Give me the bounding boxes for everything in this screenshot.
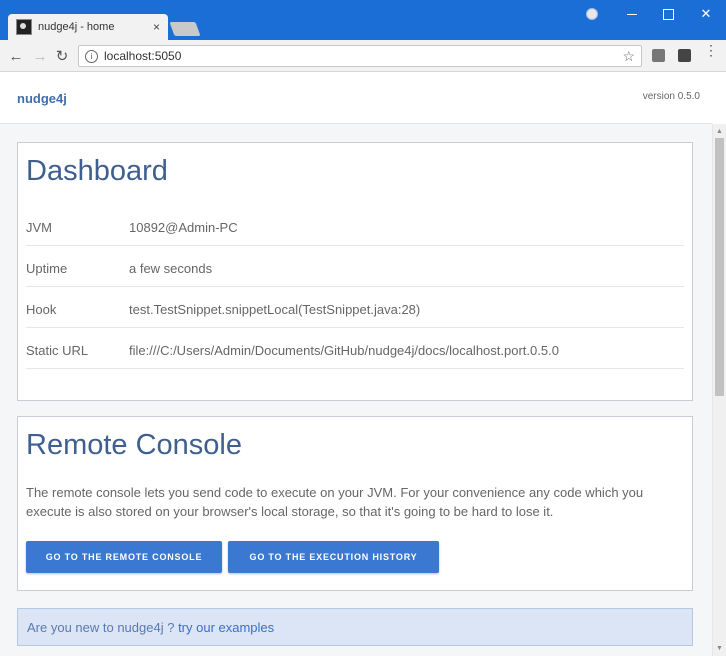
info-row-static-url: Static URL file:///C:/Users/Admin/Docume… (26, 329, 684, 369)
scroll-down-arrow-icon[interactable]: ▼ (716, 645, 723, 652)
banner-question: Are you new to nudge4j ? (27, 620, 175, 635)
info-label: Uptime (26, 261, 68, 276)
site-info-icon[interactable]: i (85, 49, 98, 63)
info-value: file:///C:/Users/Admin/Documents/GitHub/… (129, 343, 559, 358)
info-value: test.TestSnippet.snippetLocal(TestSnippe… (129, 302, 421, 317)
remote-console-title: Remote Console (26, 429, 242, 461)
reload-icon: ↻ (55, 48, 69, 65)
maximize-icon (662, 8, 674, 20)
page-viewport: nudge4j version 0.5.0 Dashboard JVM 1089… (0, 72, 726, 656)
go-to-execution-history-button[interactable]: GO TO THE EXECUTION HISTORY (228, 541, 439, 573)
banner-text: Are you new to nudge4j ? try our example… (27, 620, 274, 635)
remote-console-card: Remote Console The remote console lets y… (17, 416, 693, 591)
dashboard-title: Dashboard (26, 155, 168, 187)
info-label: Static URL (26, 343, 89, 358)
page-content: Dashboard JVM 10892@Admin-PC Uptime a fe… (0, 124, 712, 656)
maximize-button[interactable] (650, 0, 686, 28)
info-row-jvm: JVM 10892@Admin-PC (26, 206, 684, 246)
info-label: JVM (26, 220, 52, 235)
reload-button[interactable]: ↻ (52, 46, 72, 66)
bookmark-star-icon[interactable]: ☆ (622, 48, 635, 65)
go-to-remote-console-button[interactable]: GO TO THE REMOTE CONSOLE (26, 541, 222, 573)
version-label: version 0.5.0 (642, 91, 700, 102)
back-button[interactable]: ← (6, 46, 26, 66)
try-examples-link[interactable]: try our examples (178, 620, 274, 635)
window-close-button[interactable]: ✕ (688, 0, 724, 28)
scrollbar-thumb[interactable] (715, 138, 724, 396)
vertical-scrollbar[interactable]: ▲ ▼ (712, 124, 726, 656)
profile-icon (586, 8, 598, 20)
url-input[interactable] (104, 49, 623, 63)
info-value: 10892@Admin-PC (129, 220, 238, 235)
info-value: a few seconds (129, 261, 213, 276)
minimize-button[interactable] (614, 0, 650, 28)
new-tab-button[interactable] (169, 22, 201, 36)
info-row-uptime: Uptime a few seconds (26, 247, 684, 287)
back-arrow-icon: ← (8, 47, 24, 65)
info-row-hook: Hook test.TestSnippet.snippetLocal(TestS… (26, 288, 684, 328)
tab-title: nudge4j - home (38, 21, 115, 33)
brand-link[interactable]: nudge4j (17, 91, 67, 106)
window-close-icon: ✕ (700, 6, 712, 21)
examples-banner: Are you new to nudge4j ? try our example… (17, 608, 693, 646)
browser-menu-icon[interactable]: ⋮ (704, 43, 718, 57)
info-label: Hook (26, 302, 57, 317)
tab-close-icon[interactable]: × (153, 20, 160, 34)
scroll-up-arrow-icon[interactable]: ▲ (716, 128, 723, 135)
app-header: nudge4j version 0.5.0 (0, 72, 712, 124)
extension-icon[interactable] (652, 49, 665, 62)
forward-button[interactable]: → (30, 46, 50, 66)
browser-tab-active[interactable]: nudge4j - home × (8, 14, 168, 40)
forward-arrow-icon: → (32, 47, 48, 65)
remote-console-description: The remote console lets you send code to… (26, 485, 644, 519)
minimize-icon (627, 13, 637, 15)
nudge4j-favicon-icon (16, 19, 32, 35)
address-bar[interactable]: i ☆ (78, 45, 642, 67)
window-titlebar: nudge4j - home × ✕ (0, 0, 726, 40)
browser-toolbar: ← → ↻ i ☆ ⋮ (0, 40, 726, 72)
dashboard-card: Dashboard JVM 10892@Admin-PC Uptime a fe… (17, 142, 693, 401)
extension-shield-icon[interactable] (678, 49, 691, 62)
profile-button[interactable] (574, 0, 610, 28)
